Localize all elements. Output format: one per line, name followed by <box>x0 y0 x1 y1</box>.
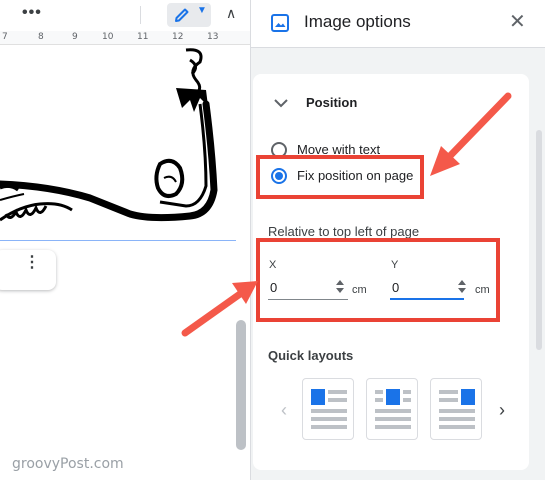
x-stepper[interactable] <box>336 279 346 295</box>
field-underline <box>268 299 348 300</box>
document-image[interactable] <box>0 45 236 240</box>
image-inline-menu[interactable]: ⋮ <box>0 250 56 290</box>
ruler-tick: 13 <box>207 32 219 42</box>
editing-mode-button[interactable]: ▼ <box>167 3 211 27</box>
chevron-down-icon[interactable] <box>273 95 289 111</box>
collapse-toolbar-button[interactable]: ∧ <box>226 5 236 22</box>
x-value[interactable]: 0 <box>270 280 277 295</box>
close-icon[interactable]: ✕ <box>509 12 526 32</box>
y-field-label: Y <box>391 259 399 271</box>
field-underline <box>390 298 464 300</box>
ruler-tick: 12 <box>172 32 184 42</box>
ruler-tick: 11 <box>137 32 149 42</box>
panel-title: Image options <box>304 12 411 31</box>
decrement-icon[interactable] <box>458 288 466 293</box>
x-unit: cm <box>352 284 367 296</box>
x-field-label: X <box>269 259 277 271</box>
position-section: Position Move with text Fix position on … <box>253 74 529 470</box>
top-left-image-layout-icon <box>311 389 347 429</box>
ruler-tick: 10 <box>102 32 114 42</box>
layout-top-center-button[interactable] <box>366 378 418 440</box>
ruler-tick: 8 <box>38 32 44 42</box>
more-options-button[interactable]: ••• <box>22 4 42 22</box>
y-position-field[interactable]: 0 <box>390 276 466 300</box>
y-unit: cm <box>475 284 490 296</box>
document-scrollbar[interactable] <box>236 320 246 450</box>
panel-scrollbar[interactable] <box>536 130 542 350</box>
relative-position-label: Relative to top left of page <box>268 224 420 239</box>
section-title[interactable]: Position <box>306 95 357 110</box>
radio-button-selected[interactable] <box>271 168 287 184</box>
page-boundary <box>0 240 236 241</box>
toolbar-divider <box>140 6 141 24</box>
decrement-icon[interactable] <box>336 288 344 293</box>
image-options-panel: Image options ✕ Position Move with text … <box>250 0 545 480</box>
chevron-down-icon: ▼ <box>197 5 207 16</box>
chevron-right-icon[interactable]: › <box>499 401 505 419</box>
ruler-tick: 7 <box>2 32 8 42</box>
more-vert-icon[interactable]: ⋮ <box>24 255 40 271</box>
y-stepper[interactable] <box>458 279 468 295</box>
horizontal-ruler[interactable]: 7 8 9 10 11 12 13 <box>0 31 250 45</box>
ruler-tick: 9 <box>72 32 78 42</box>
quick-layouts-title: Quick layouts <box>268 348 354 363</box>
top-right-image-layout-icon <box>439 389 475 429</box>
editor-toolbar: ••• ▼ ∧ <box>0 0 250 30</box>
top-center-image-layout-icon <box>375 389 411 429</box>
watermark: groovyPost.com <box>12 456 124 472</box>
radio-button[interactable] <box>271 142 287 158</box>
increment-icon[interactable] <box>336 280 344 285</box>
layout-top-right-button[interactable] <box>430 378 482 440</box>
pencil-icon <box>175 8 189 22</box>
radio-label[interactable]: Move with text <box>297 142 380 157</box>
radio-label[interactable]: Fix position on page <box>297 168 413 183</box>
image-icon <box>271 14 289 32</box>
layout-top-left-button[interactable] <box>302 378 354 440</box>
panel-header: Image options ✕ <box>251 0 545 48</box>
chevron-left-icon[interactable]: ‹ <box>281 401 287 419</box>
increment-icon[interactable] <box>458 280 466 285</box>
y-value[interactable]: 0 <box>392 280 399 295</box>
document-area: ••• ▼ ∧ 7 8 9 10 11 12 13 ⋮ groovyPost.c… <box>0 0 250 480</box>
x-position-field[interactable]: 0 <box>268 276 348 300</box>
